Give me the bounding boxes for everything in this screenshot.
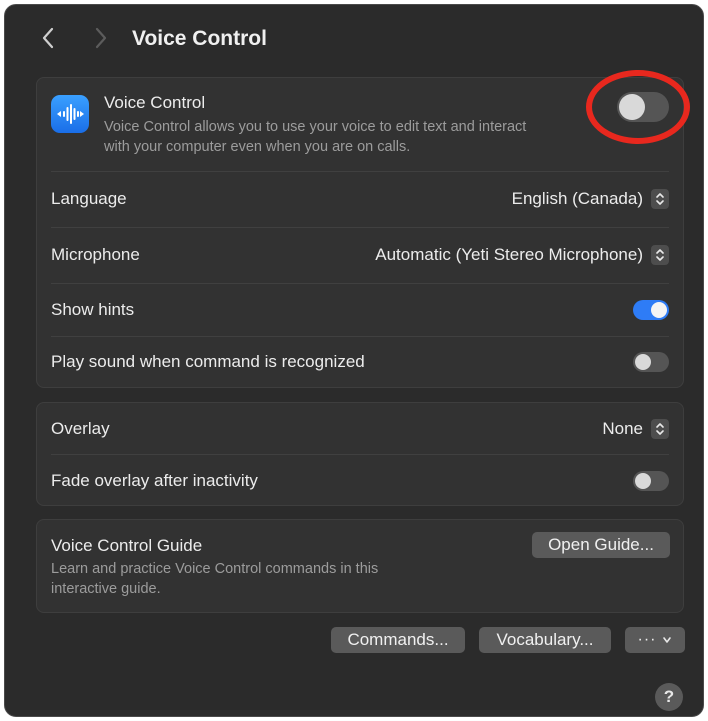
fade-overlay-toggle[interactable] [633, 471, 669, 491]
overlay-label: Overlay [51, 419, 110, 438]
overlay-value: None [602, 419, 643, 438]
more-button[interactable]: ··· [625, 627, 685, 653]
microphone-label: Microphone [51, 245, 140, 264]
overlay-popup[interactable]: None [602, 419, 669, 439]
voice-control-label: Voice Control [104, 93, 206, 112]
chevron-up-down-icon [651, 245, 669, 265]
play-sound-row: Play sound when command is recognized [37, 337, 683, 389]
microphone-value: Automatic (Yeti Stereo Microphone) [375, 245, 643, 264]
help-button[interactable]: ? [655, 683, 683, 711]
ellipsis-icon: ··· [637, 631, 657, 648]
chevron-right-icon [95, 27, 107, 49]
show-hints-label: Show hints [51, 300, 135, 319]
back-button[interactable] [35, 25, 61, 51]
voice-control-settings-group: Voice Control Voice Control allows you t… [36, 77, 684, 388]
microphone-popup[interactable]: Automatic (Yeti Stereo Microphone) [375, 245, 669, 265]
open-guide-button[interactable]: Open Guide... [532, 532, 670, 558]
commands-button[interactable]: Commands... [331, 627, 465, 653]
voice-control-row: Voice Control Voice Control allows you t… [37, 78, 683, 171]
waveform-icon [51, 95, 89, 133]
language-label: Language [51, 189, 127, 208]
overlay-row: Overlay None [37, 403, 683, 454]
chevron-up-down-icon [651, 189, 669, 209]
forward-button[interactable] [88, 25, 114, 51]
chevron-up-down-icon [651, 419, 669, 439]
language-row: Language English (Canada) [37, 172, 683, 227]
show-hints-toggle[interactable] [633, 300, 669, 320]
voice-control-description-2: with your computer even when you are on … [104, 139, 411, 155]
show-hints-row: Show hints [37, 284, 683, 336]
language-popup[interactable]: English (Canada) [512, 189, 669, 209]
voice-control-guide-group: Voice Control Guide Learn and practice V… [36, 519, 684, 613]
guide-title: Voice Control Guide [51, 536, 203, 555]
fade-overlay-row: Fade overlay after inactivity [37, 455, 683, 507]
toolbar: Voice Control [5, 5, 703, 71]
guide-description-2: interactive guide. [51, 581, 161, 597]
vocabulary-button[interactable]: Vocabulary... [479, 627, 611, 653]
page-title: Voice Control [132, 27, 267, 50]
play-sound-label: Play sound when command is recognized [51, 352, 365, 371]
annotation-circle [586, 70, 690, 144]
overlay-settings-group: Overlay None Fade overlay after inactivi… [36, 402, 684, 506]
chevron-down-icon [663, 637, 672, 643]
play-sound-toggle[interactable] [633, 352, 669, 372]
chevron-left-icon [42, 27, 54, 49]
fade-overlay-label: Fade overlay after inactivity [51, 471, 258, 490]
guide-description-1: Learn and practice Voice Control command… [51, 561, 379, 577]
microphone-row: Microphone Automatic (Yeti Stereo Microp… [37, 228, 683, 283]
voice-control-description-1: Voice Control allows you to use your voi… [104, 119, 527, 135]
language-value: English (Canada) [511, 189, 643, 208]
